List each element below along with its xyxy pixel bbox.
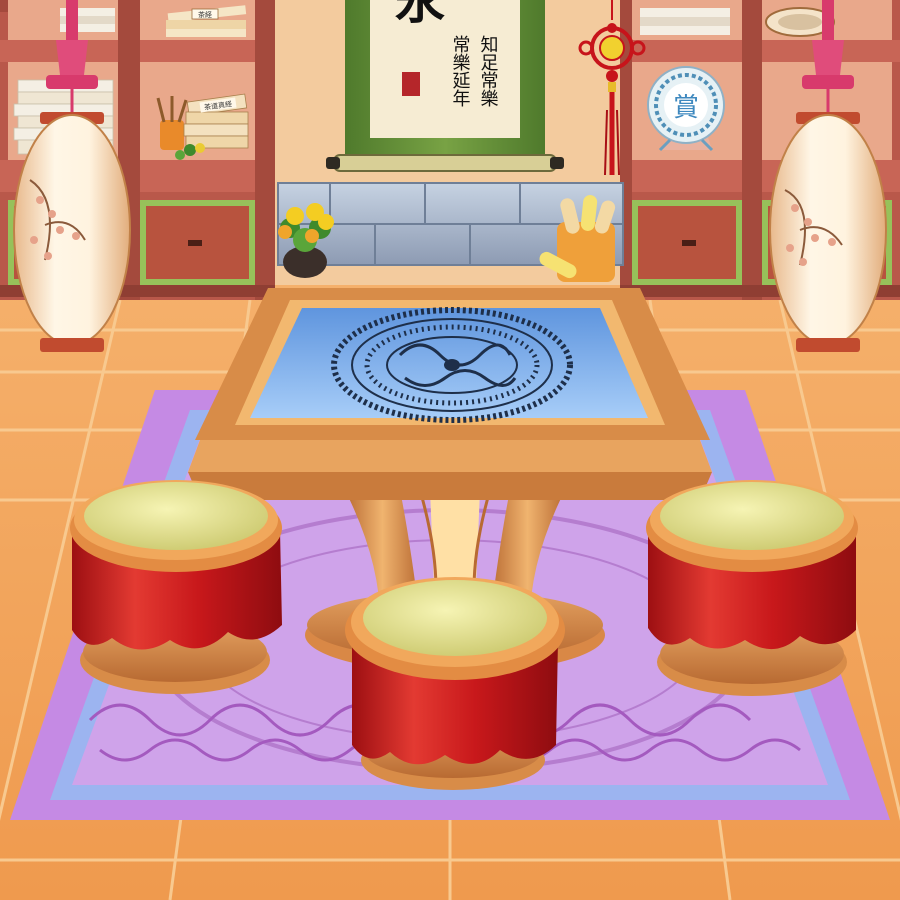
book-stack-middle-right[interactable]: 茶道真経 (183, 93, 249, 149)
stool-right[interactable] (646, 480, 858, 696)
stool-left[interactable] (70, 480, 282, 694)
game-scene: 茶経 茶道真経 賞 永 知足常樂 常樂延年 (0, 0, 900, 900)
scroll-seal-stamp (402, 72, 420, 96)
stool-front[interactable] (345, 577, 565, 790)
calligraphy-scroll[interactable]: 永 知足常樂 常樂延年 (326, 0, 564, 172)
scroll-line-2: 常樂延年 (450, 35, 471, 107)
scroll-line-1: 知足常樂 (478, 35, 499, 107)
book-label-top: 茶経 (198, 10, 212, 19)
scroll-top-character: 永 (395, 0, 445, 30)
book-stack-top-right[interactable] (640, 8, 730, 35)
plate-character: 賞 (673, 93, 699, 123)
